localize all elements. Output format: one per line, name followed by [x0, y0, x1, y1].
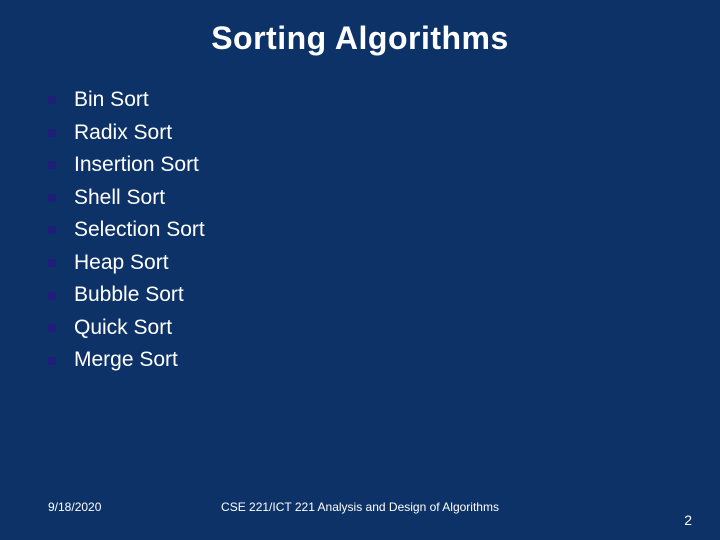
bullet-icon	[48, 129, 56, 137]
footer-page-number: 2	[684, 512, 692, 528]
list-item: Bin Sort	[48, 84, 672, 117]
list-item: Shell Sort	[48, 182, 672, 215]
list-item-label: Insertion Sort	[74, 149, 199, 182]
bullet-icon	[48, 324, 56, 332]
list-item-label: Heap Sort	[74, 247, 169, 280]
slide: Sorting Algorithms Bin Sort Radix Sort I…	[0, 0, 720, 540]
list-item: Selection Sort	[48, 214, 672, 247]
list-item-label: Radix Sort	[74, 117, 172, 150]
bullet-icon	[48, 259, 56, 267]
bullet-list: Bin Sort Radix Sort Insertion Sort Shell…	[48, 84, 672, 377]
list-item-label: Merge Sort	[74, 344, 178, 377]
list-item-label: Bubble Sort	[74, 279, 184, 312]
list-item-label: Selection Sort	[74, 214, 205, 247]
bullet-icon	[48, 194, 56, 202]
list-item: Merge Sort	[48, 344, 672, 377]
list-item-label: Bin Sort	[74, 84, 149, 117]
slide-content: Bin Sort Radix Sort Insertion Sort Shell…	[48, 84, 672, 377]
bullet-icon	[48, 96, 56, 104]
list-item: Quick Sort	[48, 312, 672, 345]
bullet-icon	[48, 226, 56, 234]
list-item-label: Quick Sort	[74, 312, 172, 345]
footer-course: CSE 221/ICT 221 Analysis and Design of A…	[221, 500, 499, 514]
bullet-icon	[48, 161, 56, 169]
bullet-icon	[48, 357, 56, 365]
list-item: Insertion Sort	[48, 149, 672, 182]
list-item: Heap Sort	[48, 247, 672, 280]
list-item: Radix Sort	[48, 117, 672, 150]
slide-title: Sorting Algorithms	[0, 20, 720, 57]
bullet-icon	[48, 292, 56, 300]
list-item: Bubble Sort	[48, 279, 672, 312]
list-item-label: Shell Sort	[74, 182, 165, 215]
footer-date: 9/18/2020	[48, 500, 101, 514]
